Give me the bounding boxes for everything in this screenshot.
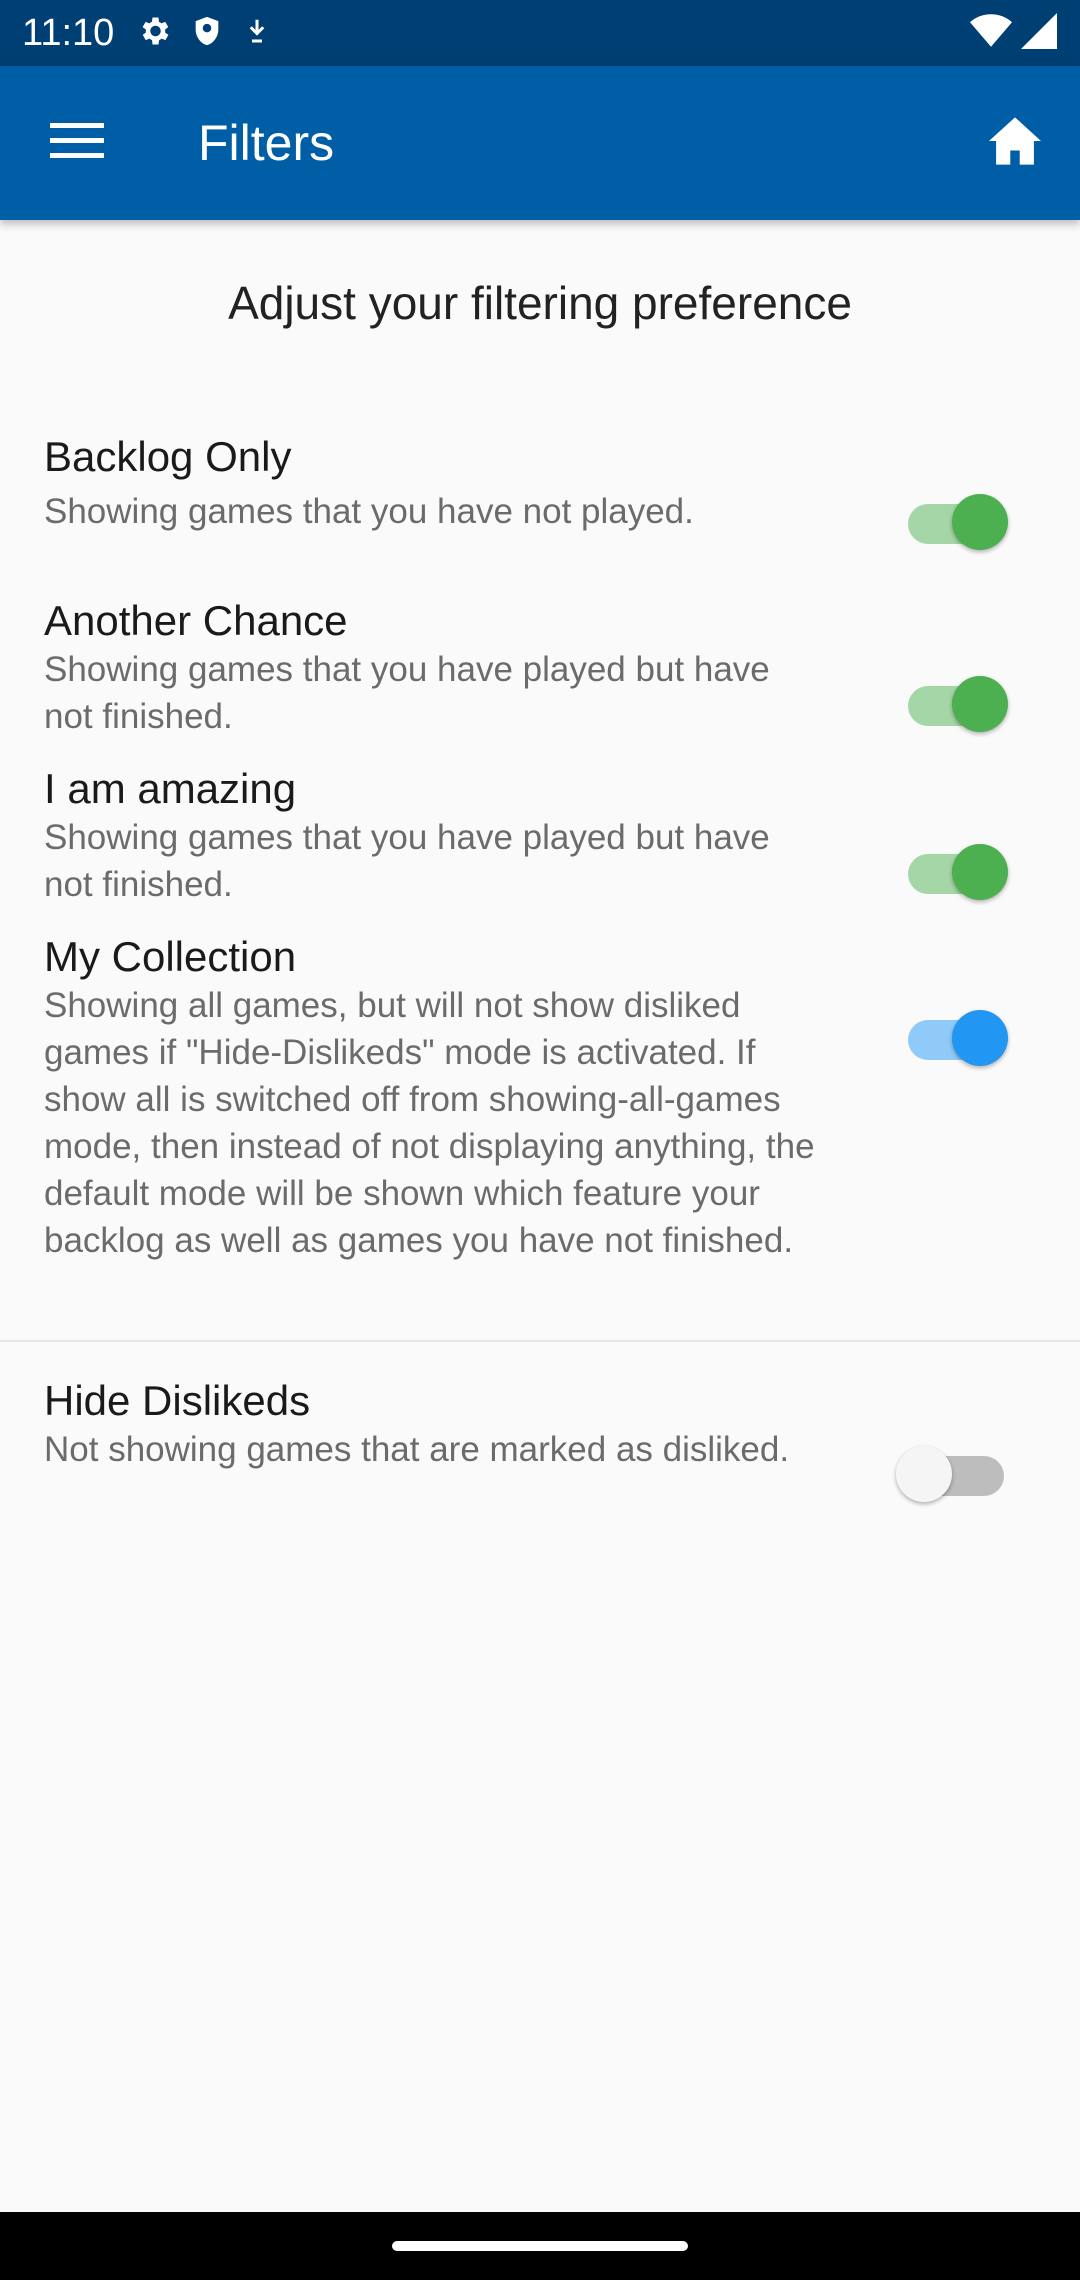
filter-title: I am amazing (44, 765, 297, 812)
filter-title: My Collection (44, 933, 297, 980)
filter-description: Showing games that you have not played. (44, 492, 694, 531)
home-icon (986, 115, 1044, 172)
status-notification-icons (136, 13, 272, 54)
signal-icon (1020, 12, 1058, 54)
section-divider (0, 1340, 1080, 1342)
status-time: 11:10 (22, 11, 115, 54)
system-navigation-bar (0, 2212, 1080, 2280)
filter-text: I am amazing Showing games that you have… (44, 764, 824, 908)
wifi-icon (970, 13, 1012, 54)
filter-text: Another Chance Showing games that you ha… (44, 596, 824, 740)
filter-title: Hide Dislikeds (44, 1377, 311, 1424)
hamburger-menu-icon (50, 121, 104, 166)
another-chance-toggle[interactable] (908, 676, 1008, 736)
filter-text: Hide Dislikeds Not showing games that ar… (44, 1376, 824, 1473)
i-am-amazing-toggle[interactable] (908, 844, 1008, 904)
filter-text: My Collection Showing all games, but wil… (44, 932, 824, 1264)
backlog-only-toggle[interactable] (908, 494, 1008, 554)
filter-title: Another Chance (44, 597, 348, 644)
home-gesture-handle[interactable] (392, 2241, 688, 2251)
toggle-thumb (952, 844, 1008, 900)
page-heading: Adjust your filtering preference (228, 277, 852, 329)
app-title: Filters (198, 115, 335, 171)
filter-description: Showing games that you have played but h… (44, 818, 770, 904)
filter-description: Not showing games that are marked as dis… (44, 1430, 790, 1469)
filter-row-hide-dislikeds[interactable]: Hide Dislikeds Not showing games that ar… (0, 1376, 1080, 1526)
filter-row-i-am-amazing[interactable]: I am amazing Showing games that you have… (0, 764, 1080, 914)
filter-row-backlog-only[interactable]: Backlog Only Showing games that you have… (0, 432, 1080, 572)
status-bar: 11:10 (0, 0, 1080, 66)
toggle-thumb (952, 676, 1008, 732)
toggle-thumb (896, 1446, 952, 1502)
toggle-thumb (952, 1010, 1008, 1066)
filter-text: Backlog Only Showing games that you have… (44, 432, 824, 535)
filter-description: Showing all games, but will not show dis… (44, 986, 815, 1260)
toggle-thumb (952, 494, 1008, 550)
filter-row-another-chance[interactable]: Another Chance Showing games that you ha… (0, 596, 1080, 746)
home-button[interactable] (950, 66, 1080, 220)
hide-dislikeds-toggle[interactable] (896, 1446, 1008, 1506)
filter-description: Showing games that you have played but h… (44, 650, 770, 736)
my-collection-toggle[interactable] (908, 1010, 1008, 1070)
filter-title: Backlog Only (44, 433, 292, 480)
download-icon (242, 14, 272, 53)
app-bar: Filters (0, 66, 1080, 220)
filter-row-my-collection[interactable]: My Collection Showing all games, but wil… (0, 932, 1080, 1272)
menu-button[interactable] (0, 66, 154, 220)
gear-icon (136, 13, 172, 54)
shield-icon (190, 13, 224, 54)
status-connectivity (970, 12, 1058, 54)
